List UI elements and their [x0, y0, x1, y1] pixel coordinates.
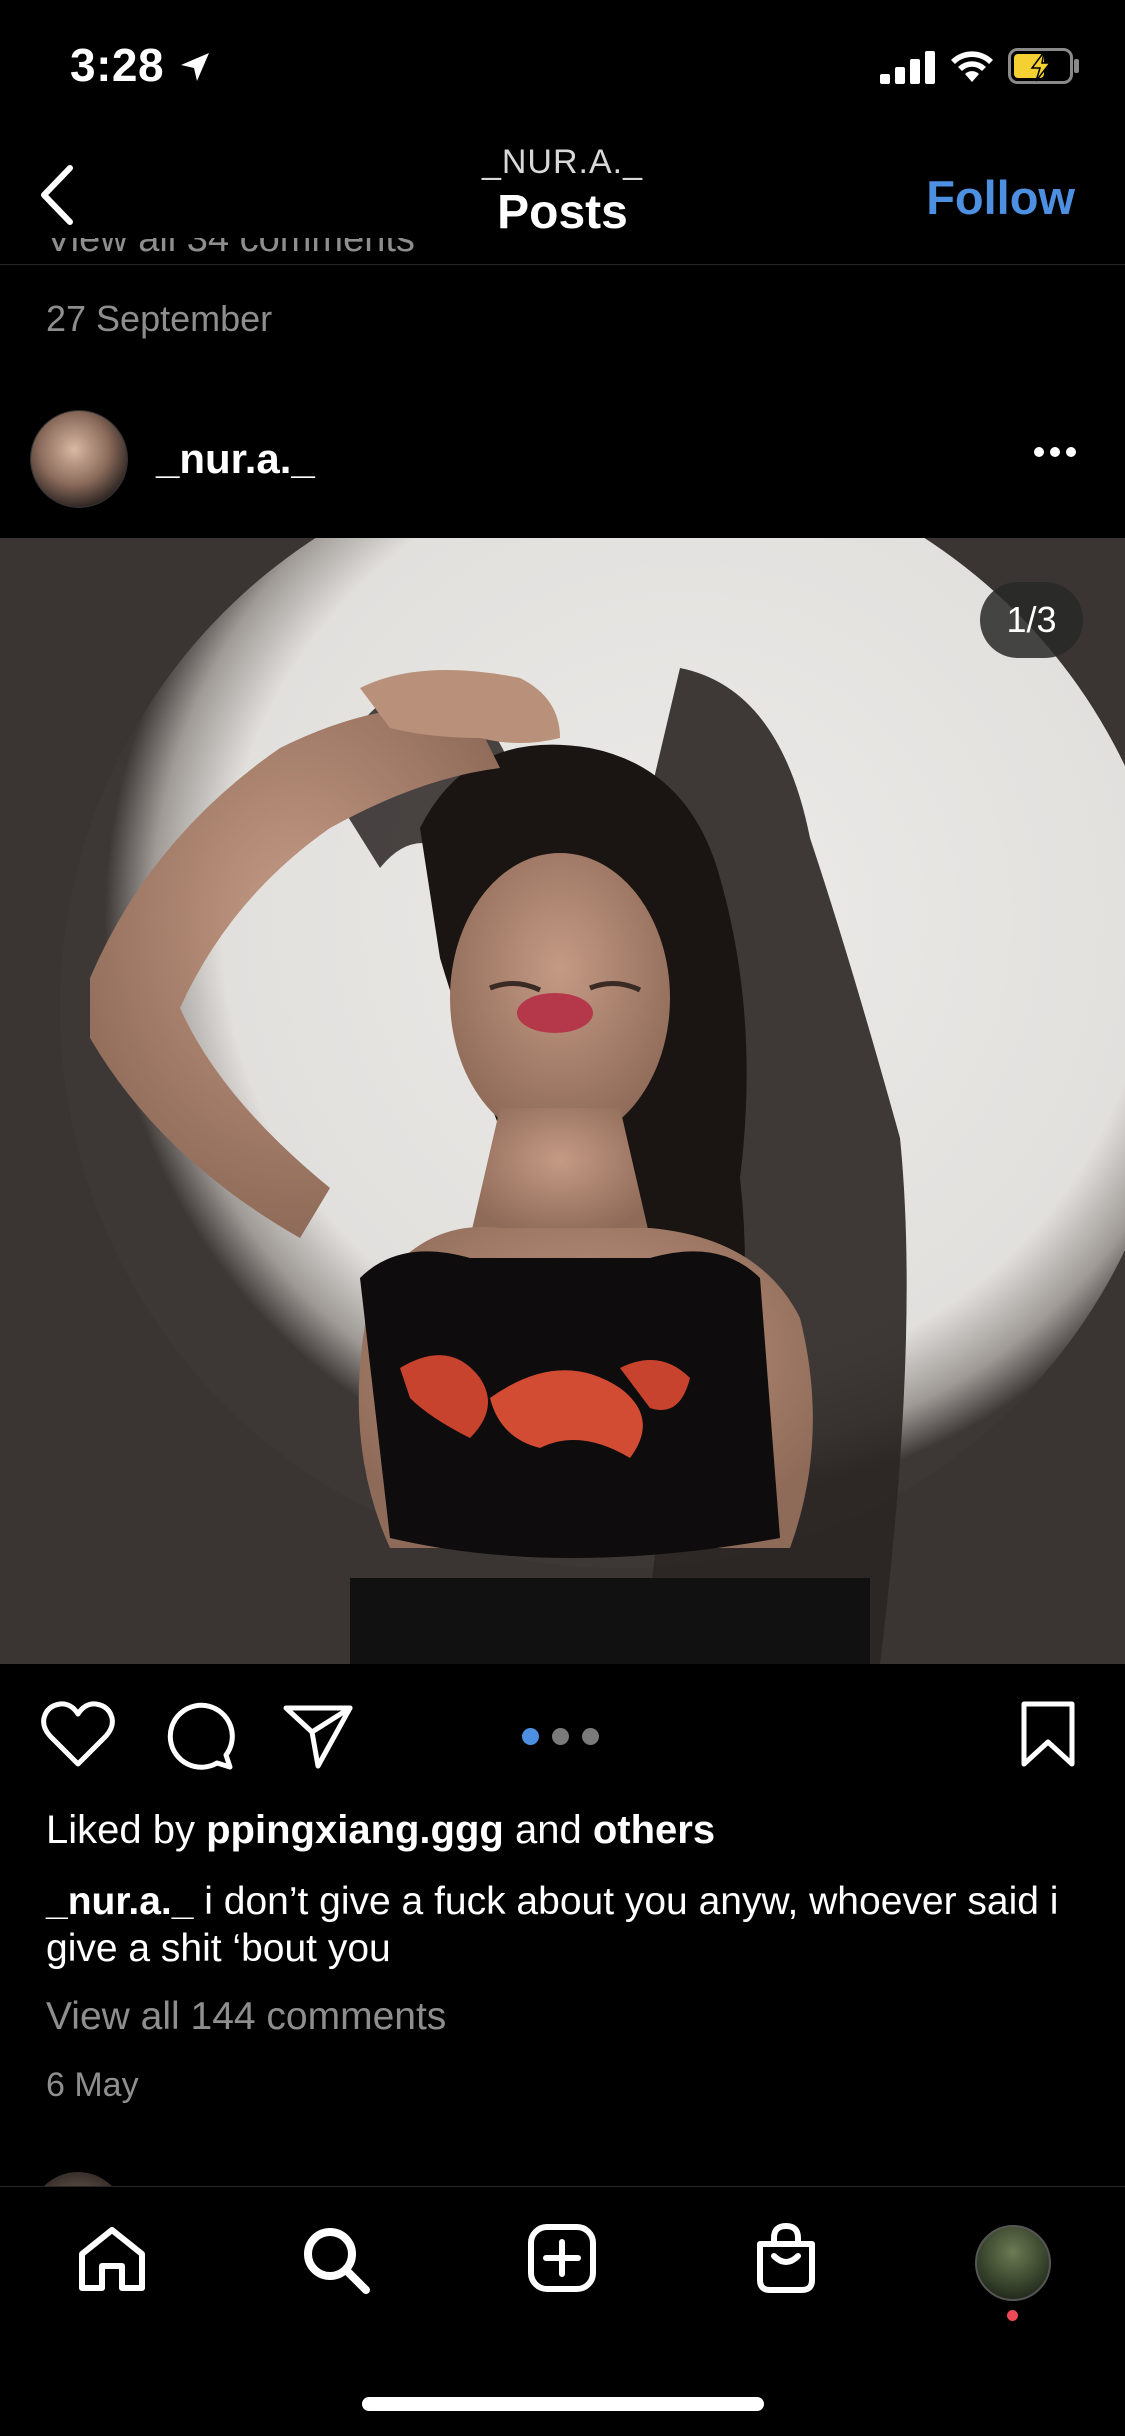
shop-bag-icon[interactable]: [752, 2222, 820, 2296]
home-indicator[interactable]: [362, 2397, 764, 2411]
comment-icon[interactable]: [163, 1700, 235, 1772]
profile-avatar-tab[interactable]: [975, 2225, 1051, 2301]
follow-button[interactable]: Follow: [926, 170, 1075, 225]
post-photo[interactable]: [0, 538, 1125, 1664]
photo-counter-badge: 1/3: [980, 582, 1083, 658]
create-post-icon[interactable]: [526, 2222, 598, 2294]
likes-joiner: and: [514, 1808, 582, 1852]
status-time: 3:28: [70, 39, 165, 91]
location-arrow-icon: [181, 53, 209, 81]
share-paper-plane-icon[interactable]: [282, 1702, 354, 1770]
carousel-indicator: [522, 1728, 602, 1746]
post-photo-image: [0, 538, 1125, 1664]
tab-bar-divider: [0, 2186, 1125, 2187]
carousel-dot: [582, 1728, 599, 1745]
likes-others[interactable]: others: [593, 1808, 715, 1852]
post-author-avatar[interactable]: [30, 410, 128, 508]
caption-username[interactable]: _nur.a._: [46, 1880, 193, 1923]
more-options-button[interactable]: [1034, 444, 1086, 464]
next-post-avatar: [30, 2172, 126, 2186]
wifi-icon: [951, 51, 993, 82]
caption-text: i don’t give a fuck about you anyw, whoe…: [46, 1880, 1059, 1970]
carousel-dot: [552, 1728, 569, 1745]
previous-view-comments-text: View all 34 comments: [46, 238, 415, 260]
post-caption: _nur.a._ i don’t give a fuck about you a…: [46, 1878, 1086, 1972]
previous-post-date: 27 September: [46, 298, 273, 339]
header-divider: [0, 264, 1125, 265]
search-icon[interactable]: [300, 2224, 372, 2296]
carousel-dot: [522, 1728, 539, 1745]
save-bookmark-icon[interactable]: [1018, 1700, 1078, 1770]
likes-summary[interactable]: Liked by ppingxiang.ggg and others: [46, 1808, 715, 1853]
battery-charging-icon: [1008, 48, 1079, 84]
notification-dot: [1007, 2310, 1018, 2321]
like-heart-icon[interactable]: [40, 1700, 116, 1770]
post-author-username[interactable]: _nur.a._: [156, 435, 315, 483]
liker-username[interactable]: ppingxiang.ggg: [206, 1808, 504, 1852]
post-date: 6 May: [46, 2066, 139, 2104]
cellular-signal-icon: [880, 51, 935, 84]
previous-view-comments[interactable]: View all 34 comments: [46, 238, 415, 264]
view-all-comments-link[interactable]: View all 144 comments: [46, 1995, 446, 2039]
likes-prefix: Liked by: [46, 1808, 195, 1852]
home-icon[interactable]: [76, 2224, 148, 2294]
